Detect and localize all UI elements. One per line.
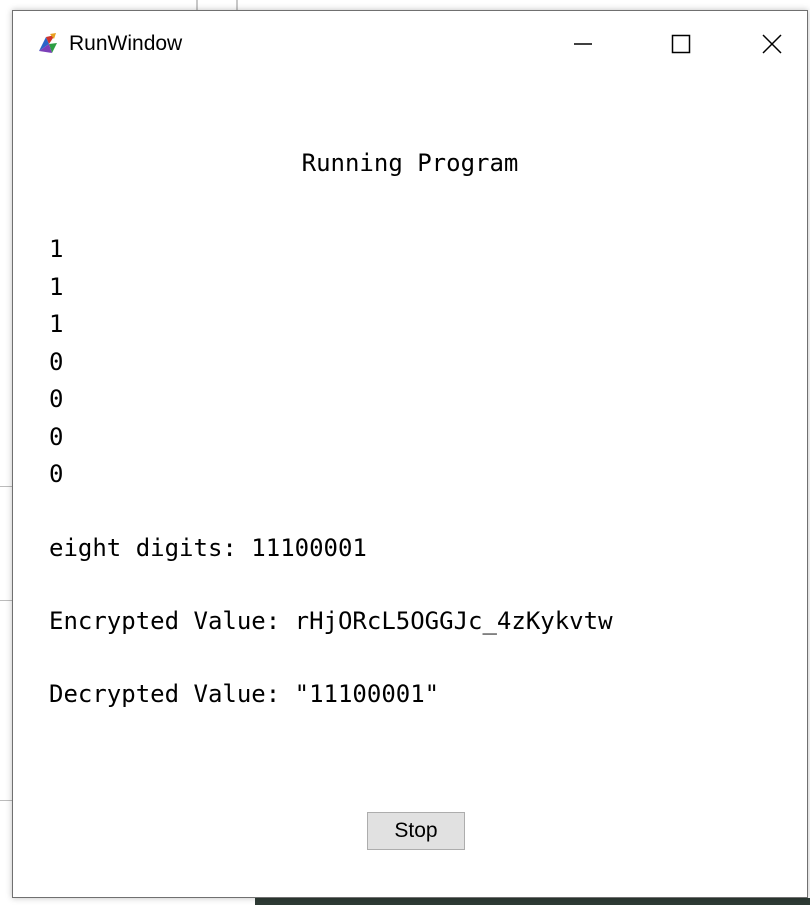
background-divider	[0, 486, 12, 487]
decrypted-value-text: Decrypted Value: "11100001"	[49, 680, 440, 708]
app-icon	[39, 33, 57, 53]
background-strip	[255, 898, 810, 905]
summary-block: eight digits: 11100001 Encrypted Value: …	[49, 529, 613, 748]
stop-button[interactable]: Stop	[367, 812, 465, 850]
output-line: 0	[49, 460, 64, 488]
run-window: RunWindow Running Program 1 1 1 0 0 0 0 eight …	[12, 10, 808, 898]
background-divider	[0, 800, 12, 801]
output-line: 1	[49, 235, 64, 263]
maximize-button[interactable]	[663, 27, 699, 61]
close-icon	[762, 34, 782, 54]
background-divider	[0, 600, 12, 601]
output-line: 1	[49, 310, 64, 338]
window-content: Running Program 1 1 1 0 0 0 0 eight digits: 11…	[13, 79, 807, 897]
output-list: 1 1 1 0 0 0 0	[49, 231, 63, 494]
encrypted-value-text: Encrypted Value: rHjORcL5OGGJc_4zKykvtw	[49, 607, 613, 635]
title-bar[interactable]: RunWindow	[13, 11, 807, 79]
window-title: RunWindow	[69, 32, 183, 55]
maximize-icon	[671, 34, 691, 54]
minimize-button[interactable]	[565, 27, 601, 61]
close-button[interactable]	[754, 27, 790, 61]
eight-digits-text: eight digits: 11100001	[49, 534, 367, 562]
page-title: Running Program	[301, 149, 519, 177]
output-line: 0	[49, 422, 64, 451]
output-line: 1	[49, 272, 64, 301]
output-line: 0	[49, 347, 64, 376]
output-line: 0	[49, 385, 64, 413]
minimize-icon	[574, 43, 592, 45]
